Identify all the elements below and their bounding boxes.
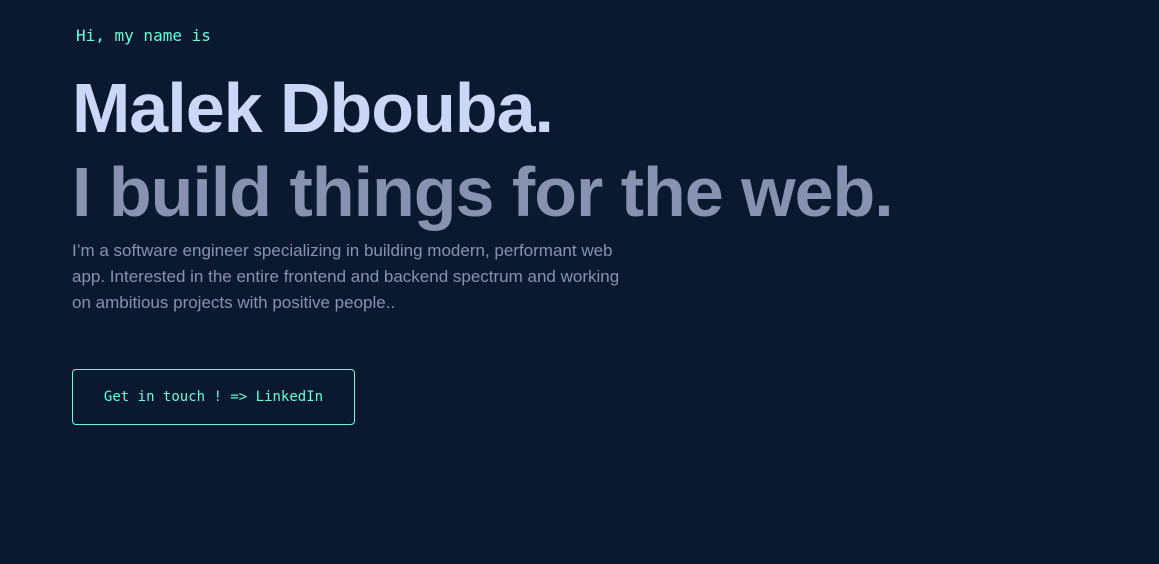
- hero-section: Hi, my name is Malek Dbouba. I build thi…: [0, 0, 1159, 564]
- hero-overline: Hi, my name is: [76, 26, 211, 45]
- hero-bio: I’m a software engineer specializing in …: [72, 241, 620, 312]
- hero-name: Malek Dbouba.: [72, 69, 554, 147]
- linkedin-cta-button[interactable]: Get in touch ! => LinkedIn: [72, 369, 355, 425]
- hero-tagline: I build things for the web.: [72, 153, 894, 231]
